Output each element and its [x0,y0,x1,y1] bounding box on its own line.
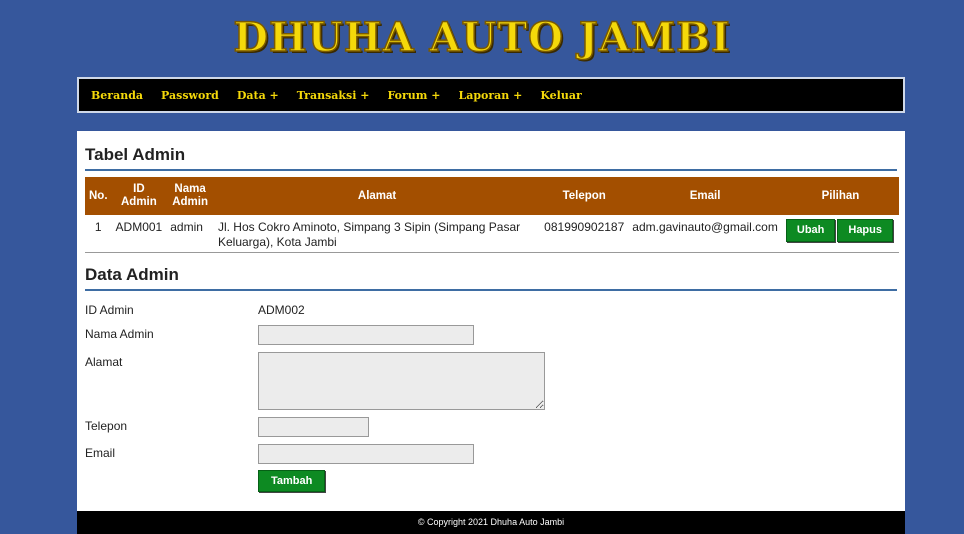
alamat-label: Alamat [85,355,123,369]
main-nav: Beranda Password Data + Transaksi + Foru… [77,77,905,113]
telepon-input[interactable] [258,417,369,437]
col-no: No. [89,189,108,202]
footer: © Copyright 2021 Dhuha Auto Jambi [77,511,905,534]
edit-button[interactable]: Ubah [785,219,836,242]
alamat-textarea[interactable] [258,352,545,410]
table-header-row: No. ID Admin Nama Admin Alamat Telepon E… [85,177,899,215]
col-id-admin: ID Admin [120,183,157,208]
email-label: Email [85,446,116,460]
content-panel: Tabel Admin No. ID Admin Nama Admin Alam… [77,131,905,511]
telepon-label: Telepon [85,419,128,433]
id-admin-value: ADM002 [258,303,305,317]
cell-telepon: 081990902187 [544,220,625,234]
col-nama-admin: Nama Admin [172,183,208,208]
nav-password[interactable]: Password [161,89,219,102]
site-logo: DHUHA AUTO JAMBI [233,13,731,62]
nav-data[interactable]: Data + [237,89,279,102]
nama-admin-label: Nama Admin [85,327,154,341]
table-title: Tabel Admin [85,145,897,171]
cell-nama: admin [170,220,203,234]
submit-button[interactable]: Tambah [258,470,326,492]
cell-alamat: Jl. Hos Cokro Aminoto, Simpang 3 Sipin (… [217,220,521,249]
nav-transaksi[interactable]: Transaksi + [297,89,370,102]
nama-admin-input[interactable] [258,325,474,345]
cell-id: ADM001 [115,220,163,234]
admin-table: No. ID Admin Nama Admin Alamat Telepon E… [85,177,899,253]
col-email: Email [689,189,721,202]
cell-actions: Ubah Hapus [782,215,899,253]
col-alamat: Alamat [357,189,397,202]
cell-email: adm.gavinauto@gmail.com [632,220,778,234]
nav-laporan[interactable]: Laporan + [458,89,522,102]
delete-button[interactable]: Hapus [837,219,893,242]
table-row: 1 ADM001 admin Jl. Hos Cokro Aminoto, Si… [85,215,899,253]
col-telepon: Telepon [562,189,606,202]
email-input[interactable] [258,444,474,464]
nav-beranda[interactable]: Beranda [91,89,143,102]
col-pilihan: Pilihan [821,189,860,202]
nav-forum[interactable]: Forum + [387,89,440,102]
cell-no: 1 [94,220,102,234]
form-title: Data Admin [85,265,897,291]
nav-keluar[interactable]: Keluar [540,89,581,102]
id-admin-label: ID Admin [85,303,134,317]
